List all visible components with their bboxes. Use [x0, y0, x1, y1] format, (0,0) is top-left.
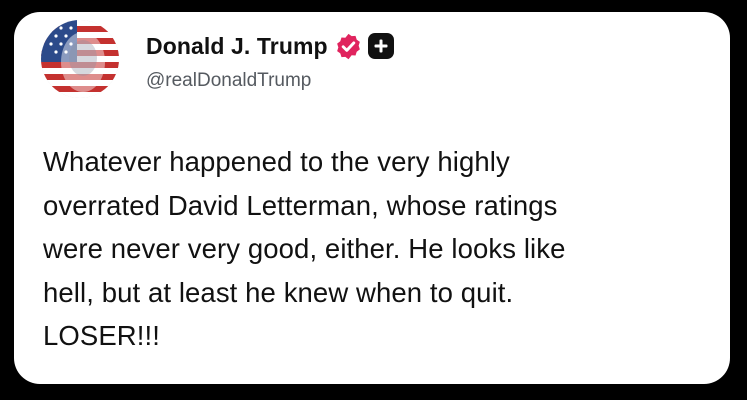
plus-badge-icon: [367, 33, 394, 59]
avatar[interactable]: [41, 20, 119, 98]
post-body-text: Whatever happened to the very highly ove…: [43, 146, 566, 351]
display-name[interactable]: Donald J. Trump: [146, 33, 328, 60]
post-card: Donald J. Trump @realDonaldTrump Whateve…: [14, 12, 730, 384]
flag-portrait-avatar-icon: [41, 20, 119, 98]
verified-badge-icon: [336, 33, 360, 59]
author-name-row: Donald J. Trump: [146, 29, 394, 63]
author-handle[interactable]: @realDonaldTrump: [146, 70, 311, 92]
